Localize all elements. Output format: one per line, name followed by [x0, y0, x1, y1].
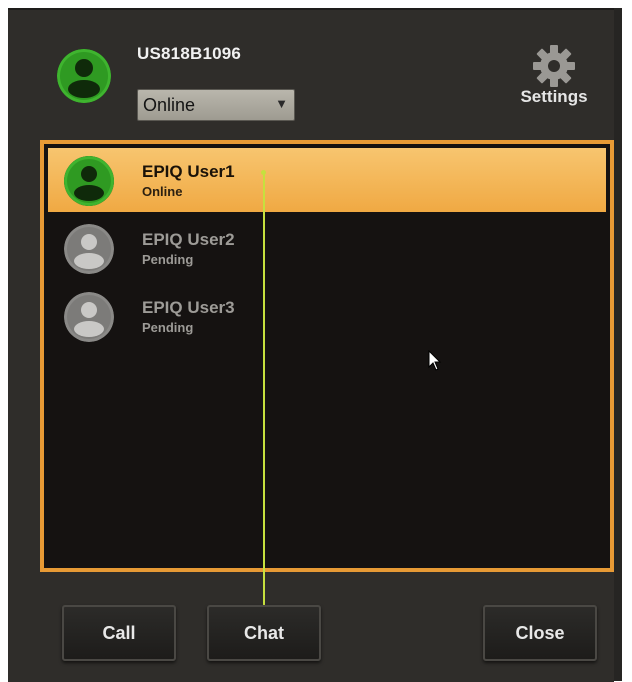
contact-name: EPIQ User3 [142, 298, 235, 317]
own-avatar-icon [57, 49, 111, 103]
presence-status-value: Online [143, 95, 196, 115]
contact-row-user2[interactable]: EPIQ User2 Pending [48, 216, 606, 280]
contact-status: Pending [142, 252, 194, 267]
window-edge [614, 8, 622, 681]
contact-list[interactable]: EPIQ User1 Online EPIQ User2 Pending EPI… [40, 140, 614, 572]
chat-button[interactable]: Chat [207, 605, 321, 661]
contact-status: Pending [142, 320, 194, 335]
mouse-cursor-icon [428, 350, 442, 371]
contact-name: EPIQ User1 [142, 162, 235, 181]
settings-button[interactable]: Settings [512, 44, 596, 114]
contact-row-user1[interactable]: EPIQ User1 Online [48, 148, 606, 212]
presence-status-dropdown[interactable]: Online ▼ [137, 89, 295, 121]
user-online-icon [64, 156, 114, 206]
gear-icon [533, 45, 575, 87]
guide-start-dot [261, 170, 266, 175]
call-button[interactable]: Call [62, 605, 176, 661]
contact-status: Online [142, 184, 183, 199]
contact-row-user3[interactable]: EPIQ User3 Pending [48, 284, 606, 348]
annotation-guide-line [263, 172, 265, 611]
chevron-down-icon: ▼ [275, 96, 288, 111]
username-label: US818B1096 [137, 44, 242, 63]
settings-label: Settings [520, 87, 588, 106]
user-pending-icon [64, 292, 114, 342]
close-button[interactable]: Close [483, 605, 597, 661]
contact-name: EPIQ User2 [142, 230, 235, 249]
user-pending-icon [64, 224, 114, 274]
